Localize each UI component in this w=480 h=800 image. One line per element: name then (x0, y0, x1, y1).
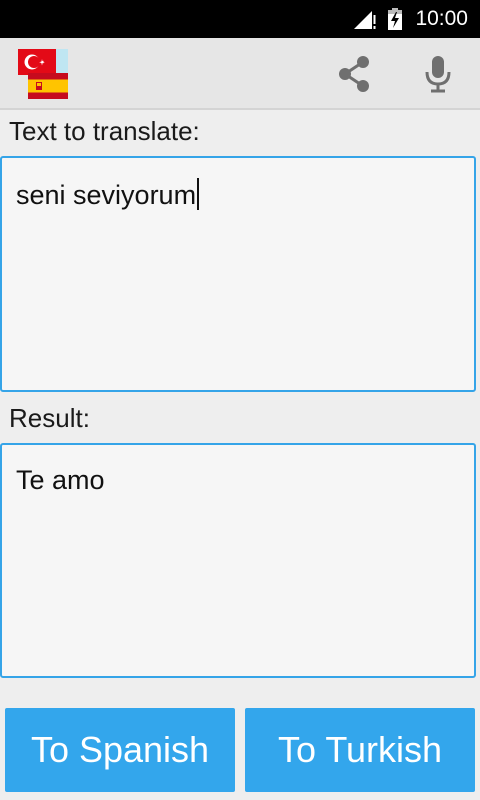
microphone-icon[interactable] (416, 52, 460, 96)
result-label: Result: (9, 403, 90, 433)
status-clock: 10:00 (415, 7, 468, 30)
input-text: seni seviyorum (16, 178, 200, 211)
action-bar (0, 38, 480, 110)
result-value: Te amo (16, 465, 105, 495)
input-value: seni seviyorum (16, 180, 197, 210)
turkish-spanish-flags-icon[interactable] (18, 49, 68, 99)
input-label: Text to translate: (9, 116, 200, 146)
battery-charging-icon (388, 8, 402, 30)
share-icon[interactable] (332, 52, 376, 96)
to-spanish-button[interactable]: To Spanish (5, 708, 235, 792)
signal-icon (354, 11, 376, 29)
text-cursor (197, 178, 200, 210)
text-to-translate-input[interactable]: seni seviyorum (0, 156, 476, 392)
status-bar: 10:00 (0, 0, 480, 38)
result-output-field[interactable]: Te amo (0, 443, 476, 678)
to-turkish-button[interactable]: To Turkish (245, 708, 475, 792)
screen: 10:00 Text to translate: seni seviyorum … (0, 0, 480, 800)
